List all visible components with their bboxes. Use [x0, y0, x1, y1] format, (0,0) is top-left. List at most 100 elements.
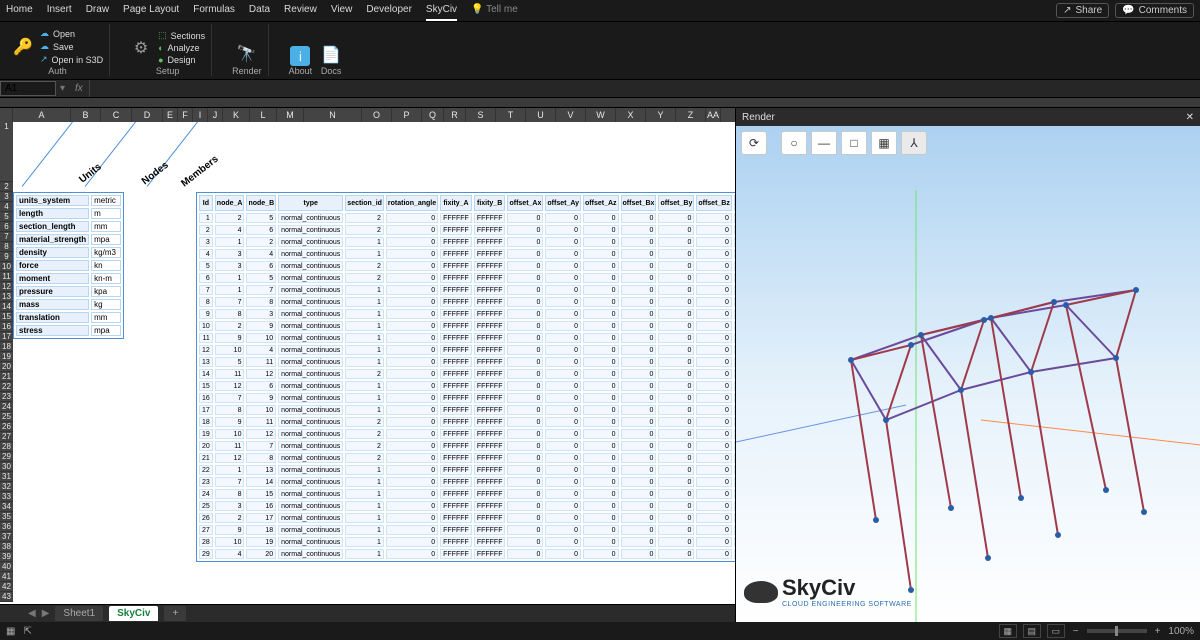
row-header-19[interactable]: 19	[0, 352, 13, 362]
column-header-corner[interactable]	[0, 108, 13, 122]
cell[interactable]: 0	[386, 357, 438, 367]
cell[interactable]: 0	[696, 465, 732, 475]
row-header-1[interactable]: 1	[0, 122, 13, 182]
cell[interactable]: 0	[583, 225, 619, 235]
cell[interactable]: 0	[583, 249, 619, 259]
cell[interactable]: normal_continuous	[278, 501, 343, 511]
cell[interactable]: 10	[246, 405, 276, 415]
cell[interactable]: mpa	[91, 234, 121, 245]
column-header-L[interactable]: L	[250, 108, 277, 122]
cell[interactable]: 0	[507, 429, 543, 439]
cell[interactable]: 0	[507, 333, 543, 343]
cell[interactable]: 0	[545, 297, 581, 307]
cell[interactable]: 0	[621, 285, 657, 295]
cell[interactable]: 18	[246, 525, 276, 535]
cell[interactable]: 0	[507, 537, 543, 547]
cell[interactable]: FFFFFF	[474, 381, 506, 391]
row-header-40[interactable]: 40	[0, 562, 13, 572]
column-header-F[interactable]: F	[178, 108, 193, 122]
cell[interactable]: normal_continuous	[278, 441, 343, 451]
row-header-6[interactable]: 6	[0, 222, 13, 232]
cell[interactable]: length	[16, 208, 89, 219]
cell[interactable]: 2	[246, 237, 276, 247]
cell[interactable]: 0	[658, 237, 694, 247]
cell[interactable]: 1	[345, 381, 384, 391]
cell[interactable]: 7	[246, 441, 276, 451]
cell[interactable]: 0	[386, 393, 438, 403]
cell[interactable]: 0	[507, 249, 543, 259]
cell[interactable]: 10	[215, 537, 245, 547]
row-header-5[interactable]: 5	[0, 212, 13, 222]
cell[interactable]: normal_continuous	[278, 309, 343, 319]
cell[interactable]: 6	[199, 273, 213, 283]
cell[interactable]: 0	[386, 453, 438, 463]
row-header-41[interactable]: 41	[0, 572, 13, 582]
cell[interactable]: 0	[658, 357, 694, 367]
tab-nav-prev[interactable]: ◀	[28, 608, 36, 619]
cell[interactable]: 0	[583, 333, 619, 343]
cell[interactable]: FFFFFF	[440, 345, 472, 355]
cell[interactable]: 0	[545, 357, 581, 367]
cell[interactable]: 1	[215, 465, 245, 475]
cell[interactable]: 0	[583, 417, 619, 427]
row-header-31[interactable]: 31	[0, 472, 13, 482]
cell[interactable]: 1	[345, 345, 384, 355]
menu-tab-view[interactable]: View	[331, 0, 353, 21]
row-header-27[interactable]: 27	[0, 432, 13, 442]
cell[interactable]: 11	[199, 333, 213, 343]
cell[interactable]: 7	[199, 285, 213, 295]
cell[interactable]: 9	[199, 309, 213, 319]
cell[interactable]: normal_continuous	[278, 429, 343, 439]
cell[interactable]: 5	[199, 261, 213, 271]
cell[interactable]: 0	[507, 525, 543, 535]
cell[interactable]: 0	[696, 285, 732, 295]
cell[interactable]: 0	[507, 549, 543, 559]
cell[interactable]: normal_continuous	[278, 285, 343, 295]
cell[interactable]: 0	[507, 465, 543, 475]
cell[interactable]: 0	[621, 249, 657, 259]
cell[interactable]: 0	[658, 465, 694, 475]
cell[interactable]: 9	[246, 321, 276, 331]
row-header-33[interactable]: 33	[0, 492, 13, 502]
cell[interactable]: 1	[215, 285, 245, 295]
cell[interactable]: 0	[658, 393, 694, 403]
cell[interactable]: 17	[246, 513, 276, 523]
dropdown-icon[interactable]: ▾	[56, 83, 69, 94]
menu-tab-home[interactable]: Home	[6, 0, 33, 21]
cell[interactable]: 24	[199, 489, 213, 499]
cell[interactable]: 0	[507, 237, 543, 247]
cell[interactable]: 0	[386, 501, 438, 511]
cell[interactable]: 0	[696, 225, 732, 235]
cell[interactable]: 0	[507, 225, 543, 235]
row-header-7[interactable]: 7	[0, 232, 13, 242]
cell[interactable]: 0	[658, 453, 694, 463]
cell[interactable]: normal_continuous	[278, 549, 343, 559]
cell[interactable]: 5	[246, 273, 276, 283]
cell[interactable]: 23	[199, 477, 213, 487]
cell[interactable]: 0	[583, 273, 619, 283]
cell[interactable]: 0	[621, 513, 657, 523]
cell[interactable]: 11	[215, 441, 245, 451]
cell[interactable]: mm	[91, 221, 121, 232]
cell[interactable]: kpa	[91, 286, 121, 297]
cell[interactable]: 0	[658, 225, 694, 235]
cell[interactable]: 1	[345, 525, 384, 535]
cell[interactable]: 0	[583, 321, 619, 331]
cell[interactable]: 0	[583, 357, 619, 367]
row-header-17[interactable]: 17	[0, 332, 13, 342]
cell[interactable]: 21	[199, 453, 213, 463]
cell[interactable]: 0	[583, 345, 619, 355]
cell[interactable]: 0	[507, 369, 543, 379]
cell[interactable]: 4	[246, 345, 276, 355]
cell[interactable]: 1	[345, 309, 384, 319]
share-button[interactable]: ↗ Share	[1056, 3, 1109, 18]
cell[interactable]: 1	[345, 321, 384, 331]
column-header-V[interactable]: V	[556, 108, 586, 122]
zoom-slider[interactable]	[1087, 629, 1147, 633]
setup-button[interactable]: ⚙	[130, 37, 152, 59]
cell[interactable]: 0	[658, 381, 694, 391]
row-header-14[interactable]: 14	[0, 302, 13, 312]
cell[interactable]: 0	[583, 477, 619, 487]
cell[interactable]: 6	[246, 261, 276, 271]
cell[interactable]: 0	[696, 513, 732, 523]
